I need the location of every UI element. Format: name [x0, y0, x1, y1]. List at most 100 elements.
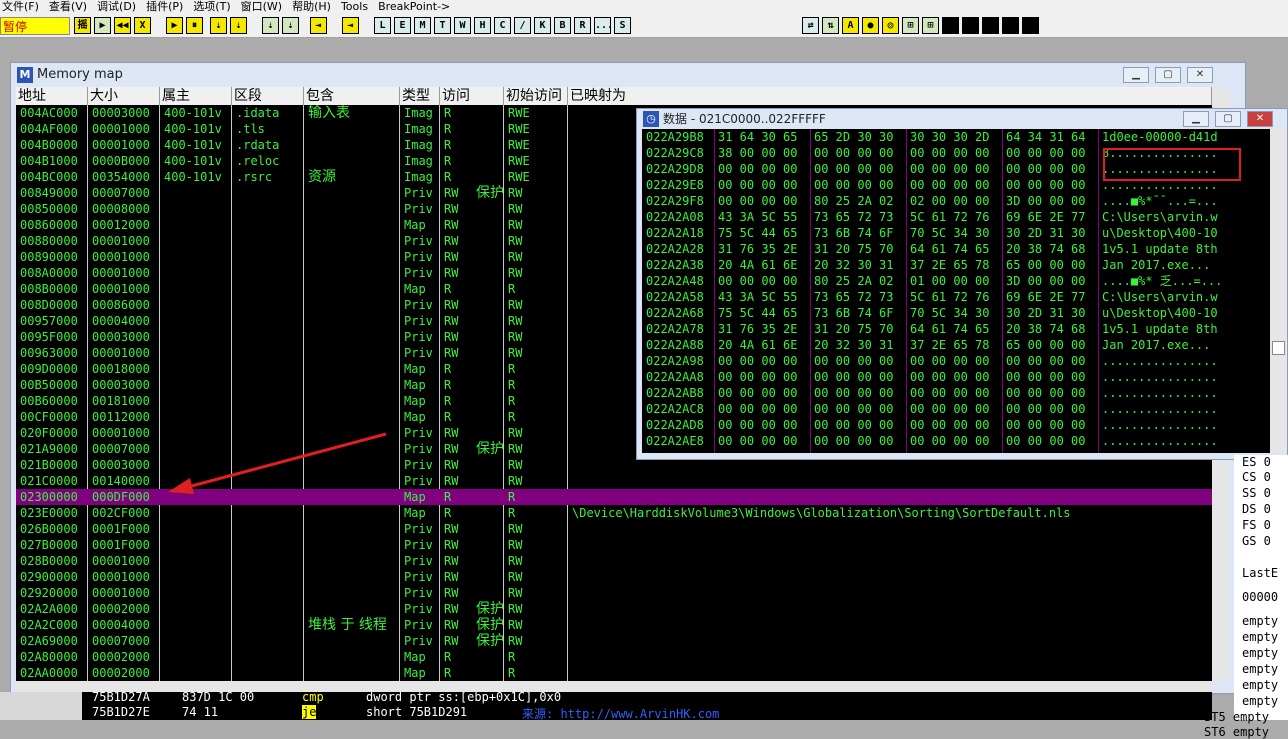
hex-row[interactable]: 022A2A78 31 76 35 2E 31 20 75 70 64 61 74 6…: [642, 321, 1270, 337]
column-header[interactable]: 大小: [88, 87, 160, 105]
toolbar-button[interactable]: ◀◀: [114, 17, 131, 34]
toolbar-button[interactable]: H: [474, 17, 491, 34]
toolbar-button[interactable]: ...: [594, 17, 613, 34]
hex-row[interactable]: 022A2A28 31 76 35 2E 31 20 75 70 64 61 74 6…: [642, 241, 1270, 257]
table-row[interactable]: 021C0000 00140000 Priv RW RW: [16, 473, 1212, 489]
menu-item[interactable]: BreakPoint->: [378, 0, 450, 13]
toolbar-slot[interactable]: [942, 17, 959, 34]
table-row[interactable]: 02AA0000 00002000 Map R R: [16, 665, 1212, 681]
hex-row[interactable]: 022A2AB8 00 00 00 00 00 00 00 00 00 00 00 0…: [642, 385, 1270, 401]
menu-item[interactable]: 窗口(W): [241, 0, 282, 13]
toolbar-button[interactable]: L: [374, 17, 391, 34]
column-header[interactable]: 已映射为: [568, 87, 1212, 105]
toolbar-slot[interactable]: [1022, 17, 1039, 34]
menu-item[interactable]: 帮助(H): [292, 0, 331, 13]
data-close-button[interactable]: ✕: [1247, 111, 1273, 127]
hex-row[interactable]: 022A29B8 31 64 30 65 65 2D 30 30 30 30 30 2…: [642, 129, 1270, 145]
toolbar-button[interactable]: X: [134, 17, 151, 34]
toolbar-button[interactable]: C: [494, 17, 511, 34]
toolbar-button[interactable]: /: [514, 17, 531, 34]
column-header[interactable]: 地址: [16, 87, 88, 105]
hex-bytes: 31 76 35 2E: [718, 242, 798, 256]
hex-row[interactable]: 022A2A88 20 4A 61 6E 20 32 30 31 37 2E 65 7…: [642, 337, 1270, 353]
hex-row[interactable]: 022A2AA8 00 00 00 00 00 00 00 00 00 00 00 0…: [642, 369, 1270, 385]
hex-dump[interactable]: 022A29B8 31 64 30 65 65 2D 30 30 30 30 30 2…: [642, 129, 1270, 453]
disasm-addr: 75B1D27E: [92, 705, 150, 719]
toolbar-button[interactable]: R: [574, 17, 591, 34]
toolbar-button[interactable]: ⏸: [186, 17, 203, 34]
column-header[interactable]: 初始访问: [504, 87, 568, 105]
menu-item[interactable]: 调试(D): [97, 0, 136, 13]
toolbar-button[interactable]: K: [534, 17, 551, 34]
toolbar-button[interactable]: ⇥: [342, 17, 359, 34]
hex-row[interactable]: 022A2AE8 00 00 00 00 00 00 00 00 00 00 00 0…: [642, 433, 1270, 449]
hex-row[interactable]: 022A2AD8 00 00 00 00 00 00 00 00 00 00 00 0…: [642, 417, 1270, 433]
toolbar-button[interactable]: ●: [862, 17, 879, 34]
toolbar-slot[interactable]: [982, 17, 999, 34]
hex-bytes: 37 2E 65 78: [910, 258, 990, 272]
toolbar-button[interactable]: A: [842, 17, 859, 34]
toolbar-button[interactable]: T: [434, 17, 451, 34]
column-header[interactable]: 区段: [232, 87, 304, 105]
menu-item[interactable]: Tools: [341, 0, 368, 13]
toolbar-button[interactable]: ⇥: [310, 17, 327, 34]
hex-bytes: 75 5C 44 65: [718, 306, 798, 320]
column-header[interactable]: 属主: [160, 87, 232, 105]
hex-row[interactable]: 022A2A08 43 3A 5C 55 73 65 72 73 5C 61 72 7…: [642, 209, 1270, 225]
table-row[interactable]: 026B0000 0001F000 Priv RW RW: [16, 521, 1212, 537]
toolbar-button[interactable]: W: [454, 17, 471, 34]
toolbar-slot[interactable]: [962, 17, 979, 34]
hex-row[interactable]: 022A2A48 00 00 00 00 80 25 2A 02 01 00 00 0…: [642, 273, 1270, 289]
menu-item[interactable]: 插件(P): [146, 0, 183, 13]
data-vscroll[interactable]: [1270, 129, 1287, 453]
table-cell: 00850000: [20, 202, 78, 216]
toolbar-button[interactable]: B: [554, 17, 571, 34]
table-row[interactable]: 02A2A000 00002000 Priv RW 保护 RW: [16, 601, 1212, 617]
table-row[interactable]: 02920000 00001000 Priv RW RW: [16, 585, 1212, 601]
toolbar-button[interactable]: E: [394, 17, 411, 34]
toolbar-button[interactable]: M: [414, 17, 431, 34]
table-row[interactable]: 028B0000 00001000 Priv RW RW: [16, 553, 1212, 569]
menu-item[interactable]: 查看(V): [49, 0, 87, 13]
toolbar-button[interactable]: S: [614, 17, 631, 34]
minimize-button[interactable]: ▁: [1123, 67, 1149, 83]
column-header[interactable]: 访问: [440, 87, 504, 105]
toolbar-button[interactable]: ⇅: [822, 17, 839, 34]
toolbar-button[interactable]: 摇: [74, 17, 91, 34]
data-minimize-button[interactable]: ▁: [1183, 111, 1209, 127]
toolbar-button[interactable]: ▶: [166, 17, 183, 34]
data-maximize-button[interactable]: ▢: [1215, 111, 1241, 127]
close-button[interactable]: ✕: [1187, 67, 1213, 83]
table-row[interactable]: 02A80000 00002000 Map R R: [16, 649, 1212, 665]
column-header[interactable]: 包含: [304, 87, 400, 105]
table-row[interactable]: 027B0000 0001F000 Priv RW RW: [16, 537, 1212, 553]
toolbar-button[interactable]: ⇣: [210, 17, 227, 34]
toolbar-button[interactable]: ⇣: [282, 17, 299, 34]
menu-item[interactable]: 选项(T): [193, 0, 230, 13]
hex-row[interactable]: 022A2A58 43 3A 5C 55 73 65 72 73 5C 61 72 7…: [642, 289, 1270, 305]
maximize-button[interactable]: ▢: [1155, 67, 1181, 83]
toolbar-button[interactable]: ⇣: [262, 17, 279, 34]
hex-row[interactable]: 022A2A98 00 00 00 00 00 00 00 00 00 00 00 0…: [642, 353, 1270, 369]
toolbar-button[interactable]: ⊞: [902, 17, 919, 34]
hex-row[interactable]: 022A2AC8 00 00 00 00 00 00 00 00 00 00 00 0…: [642, 401, 1270, 417]
table-row[interactable]: 02900000 00001000 Priv RW RW: [16, 569, 1212, 585]
toolbar-button[interactable]: ⊞: [922, 17, 939, 34]
toolbar-button[interactable]: ◎: [882, 17, 899, 34]
table-row[interactable]: 023E0000 002CF000 Map R R \Device\HarddiskVol…: [16, 505, 1212, 521]
hex-row[interactable]: 022A29F8 00 00 00 00 80 25 2A 02 02 00 00 0…: [642, 193, 1270, 209]
table-row[interactable]: 02300000 000DF000 Map R R: [16, 489, 1212, 505]
table-row[interactable]: 02A69000 00007000 Priv RW 保护 RW: [16, 633, 1212, 649]
table-row[interactable]: 02A2C000 00004000 堆栈 于 线程 Priv RW 保护 RW: [16, 617, 1212, 633]
menu-item[interactable]: 文件(F): [2, 0, 39, 13]
toolbar-button[interactable]: ▶: [94, 17, 111, 34]
hex-bytes: 64 61 74 65: [910, 322, 990, 336]
column-header[interactable]: 类型: [400, 87, 440, 105]
toolbar-button[interactable]: ⇄: [802, 17, 819, 34]
hex-row[interactable]: 022A2A38 20 4A 61 6E 20 32 30 31 37 2E 65 7…: [642, 257, 1270, 273]
toolbar-button[interactable]: ⇣: [230, 17, 247, 34]
data-scroll-thumb[interactable]: [1272, 341, 1285, 355]
hex-row[interactable]: 022A2A18 75 5C 44 65 73 6B 74 6F 70 5C 34 3…: [642, 225, 1270, 241]
hex-row[interactable]: 022A2A68 75 5C 44 65 73 6B 74 6F 70 5C 34 3…: [642, 305, 1270, 321]
toolbar-slot[interactable]: [1002, 17, 1019, 34]
